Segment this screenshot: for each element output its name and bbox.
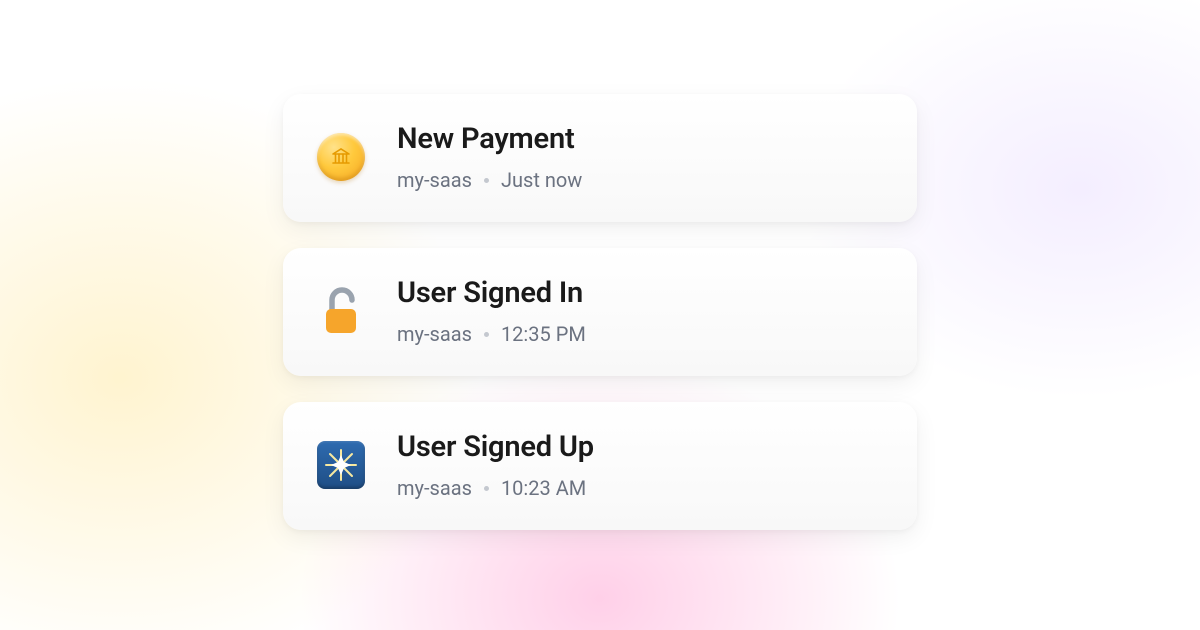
notification-title: User Signed In [397, 276, 586, 310]
notification-title: User Signed Up [397, 430, 594, 464]
unlocked-lock-icon [315, 285, 367, 337]
notification-body: New Payment my-saas Just now [397, 122, 582, 192]
notification-time: 12:35 PM [501, 322, 586, 346]
notification-time: Just now [501, 168, 582, 192]
notification-feed: New Payment my-saas Just now User Signed… [283, 94, 917, 530]
notification-card[interactable]: User Signed Up my-saas 10:23 AM [283, 402, 917, 530]
sparkle-star-icon [315, 439, 367, 491]
separator-dot [484, 178, 489, 183]
notification-meta: my-saas 12:35 PM [397, 322, 586, 346]
notification-meta: my-saas Just now [397, 168, 582, 192]
notification-body: User Signed In my-saas 12:35 PM [397, 276, 586, 346]
project-name: my-saas [397, 476, 472, 500]
notification-card[interactable]: User Signed In my-saas 12:35 PM [283, 248, 917, 376]
notification-meta: my-saas 10:23 AM [397, 476, 594, 500]
project-name: my-saas [397, 168, 472, 192]
separator-dot [484, 332, 489, 337]
notification-body: User Signed Up my-saas 10:23 AM [397, 430, 594, 500]
notification-card[interactable]: New Payment my-saas Just now [283, 94, 917, 222]
notification-time: 10:23 AM [501, 476, 586, 500]
notification-title: New Payment [397, 122, 582, 156]
coin-bank-icon [315, 131, 367, 183]
separator-dot [484, 486, 489, 491]
project-name: my-saas [397, 322, 472, 346]
